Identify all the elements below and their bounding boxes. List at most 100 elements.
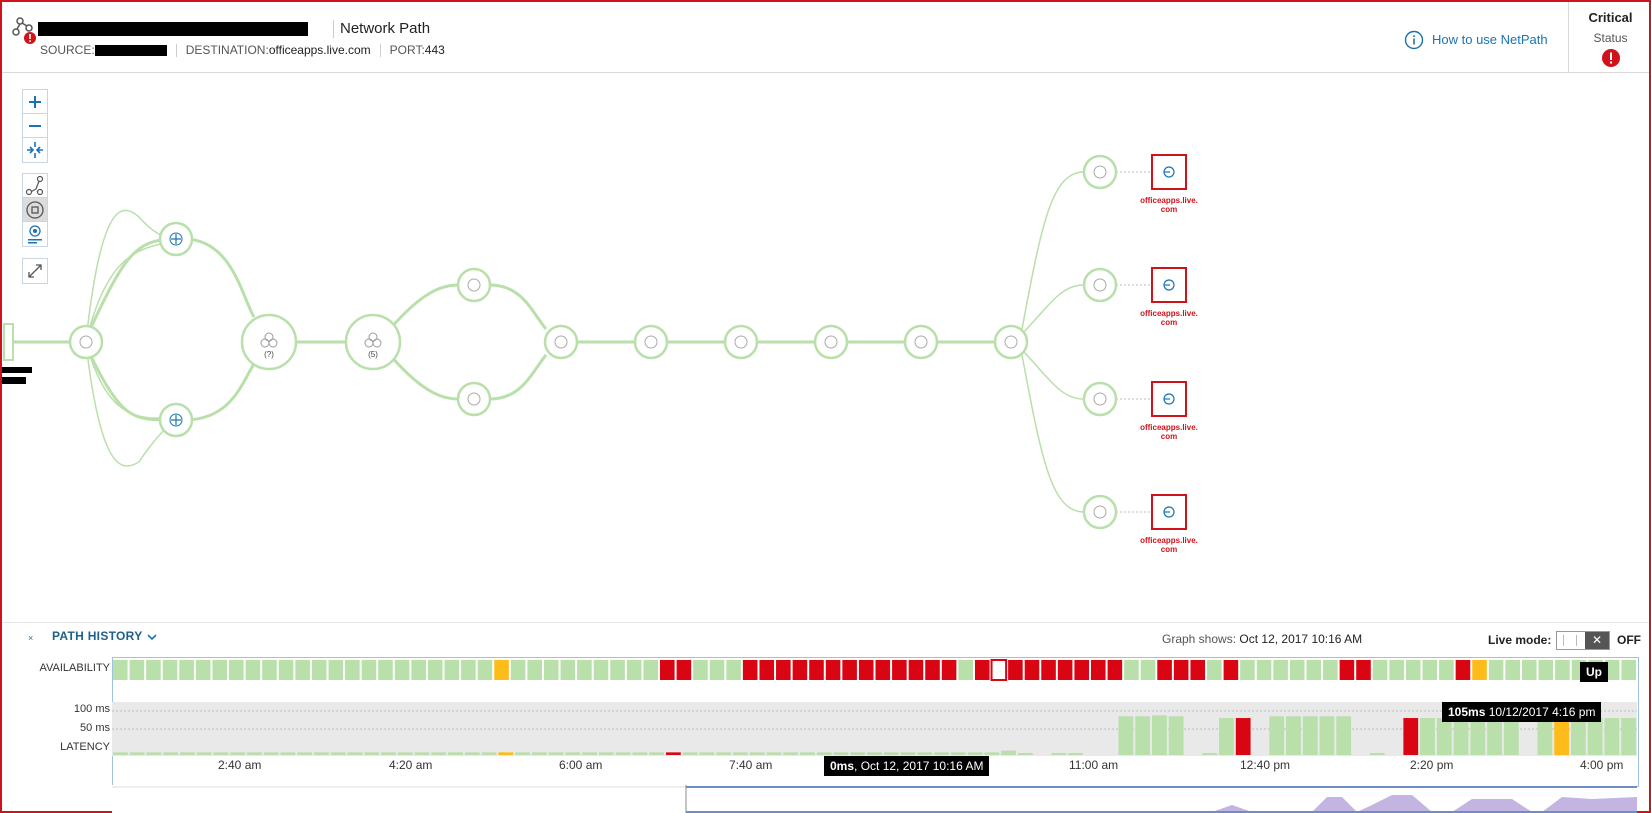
availability-cell[interactable]	[1273, 660, 1288, 680]
availability-cell[interactable]	[842, 660, 857, 680]
latency-bar[interactable]	[632, 752, 648, 755]
latency-bar[interactable]	[498, 752, 514, 755]
availability-cell[interactable]	[1621, 660, 1636, 680]
availability-cell[interactable]	[660, 660, 675, 680]
availability-cell[interactable]	[394, 660, 410, 680]
availability-cell[interactable]	[676, 660, 692, 680]
latency-bar[interactable]	[113, 752, 128, 755]
latency-bar[interactable]	[900, 752, 916, 755]
availability-cell[interactable]	[875, 660, 891, 680]
availability-cell[interactable]	[543, 660, 559, 680]
latency-bar[interactable]	[314, 752, 329, 755]
latency-bar[interactable]	[1503, 718, 1519, 755]
availability-cell[interactable]	[345, 660, 360, 680]
availability-cell[interactable]	[461, 660, 476, 680]
latency-bar[interactable]	[515, 752, 530, 755]
latency-bar[interactable]	[347, 752, 363, 755]
hop-node[interactable]	[1082, 381, 1118, 417]
availability-cell[interactable]	[1107, 660, 1123, 680]
availability-cell[interactable]	[278, 660, 294, 680]
latency-bar[interactable]	[464, 752, 480, 755]
chevron-down-icon[interactable]	[146, 632, 158, 642]
latency-bar[interactable]	[1168, 716, 1184, 755]
overview-navigator[interactable]	[112, 785, 1637, 813]
availability-cell[interactable]	[245, 660, 261, 680]
latency-bar[interactable]	[1369, 753, 1385, 755]
availability-cell[interactable]	[229, 660, 244, 680]
latency-bar[interactable]	[1135, 716, 1151, 755]
availability-cell[interactable]	[1389, 660, 1404, 680]
availability-cell[interactable]	[825, 660, 841, 680]
latency-bar[interactable]	[213, 752, 229, 755]
latency-bar[interactable]	[381, 752, 396, 755]
hop-node[interactable]	[993, 324, 1029, 360]
latency-bar[interactable]	[1336, 716, 1352, 755]
latency-bar[interactable]	[598, 752, 614, 755]
destination-node[interactable]: officeapps.live. com	[1140, 154, 1198, 214]
hop-node[interactable]	[1082, 267, 1118, 303]
latency-bar[interactable]	[850, 752, 866, 755]
latency-bar[interactable]	[716, 752, 732, 755]
latency-bar[interactable]	[397, 752, 413, 755]
latency-bar[interactable]	[867, 752, 882, 755]
availability-cell[interactable]	[643, 660, 659, 680]
availability-cell[interactable]	[477, 660, 493, 680]
latency-bar[interactable]	[1470, 718, 1486, 755]
availability-cell[interactable]	[1289, 660, 1305, 680]
latency-bar[interactable]	[146, 752, 162, 755]
availability-cell[interactable]	[179, 660, 194, 680]
latency-bar[interactable]	[984, 752, 1000, 755]
availability-cell[interactable]	[129, 660, 145, 680]
availability-cell[interactable]	[610, 660, 625, 680]
latency-bar[interactable]	[1420, 718, 1435, 755]
availability-cell[interactable]	[1323, 660, 1338, 680]
latency-bar[interactable]	[230, 752, 246, 755]
latency-bar[interactable]	[766, 752, 782, 755]
availability-cell[interactable]	[577, 660, 592, 680]
latency-bar[interactable]	[967, 752, 983, 755]
hop-node[interactable]	[1082, 154, 1118, 190]
availability-cell[interactable]	[1190, 660, 1206, 680]
latency-bar[interactable]	[180, 752, 195, 755]
latency-bar[interactable]	[364, 752, 380, 755]
availability-cell[interactable]	[295, 660, 310, 680]
availability-cell[interactable]	[1024, 660, 1040, 680]
hop-node[interactable]	[68, 324, 104, 360]
latency-bar[interactable]	[1269, 716, 1285, 755]
availability-cell[interactable]	[941, 660, 957, 680]
info-icon[interactable]	[1404, 30, 1424, 50]
availability-cell[interactable]	[1405, 660, 1421, 680]
latency-bar[interactable]	[1302, 716, 1318, 755]
latency-bar[interactable]	[950, 752, 966, 755]
availability-cell[interactable]	[1356, 660, 1371, 680]
latency-bar[interactable]	[1436, 718, 1452, 755]
availability-cell[interactable]	[311, 660, 327, 680]
latency-bar[interactable]	[1554, 718, 1569, 755]
availability-cell[interactable]	[1090, 660, 1106, 680]
availability-cell[interactable]	[1207, 660, 1222, 680]
latency-bar[interactable]	[1235, 718, 1251, 755]
hop-node[interactable]	[723, 324, 759, 360]
availability-cell[interactable]	[1439, 660, 1454, 680]
latency-bar[interactable]	[666, 752, 681, 755]
availability-cell[interactable]	[444, 660, 460, 680]
latency-bar[interactable]	[548, 752, 564, 755]
availability-cell[interactable]	[411, 660, 426, 680]
hop-node[interactable]	[1082, 494, 1118, 530]
latency-bar[interactable]	[682, 752, 698, 755]
availability-cell[interactable]	[1505, 660, 1520, 680]
availability-cell[interactable]	[113, 660, 128, 680]
hop-node[interactable]	[456, 381, 492, 417]
availability-cell[interactable]	[759, 660, 775, 680]
latency-bar[interactable]	[414, 752, 430, 755]
availability-cell[interactable]	[809, 660, 824, 680]
availability-cell[interactable]	[328, 660, 344, 680]
availability-cell[interactable]	[1306, 660, 1322, 680]
latency-bar[interactable]	[330, 752, 346, 755]
latency-bar[interactable]	[833, 752, 849, 755]
live-mode-toggle[interactable]: ✕	[1556, 631, 1610, 650]
latency-bar[interactable]	[448, 752, 463, 755]
availability-cell[interactable]	[974, 660, 990, 680]
latency-bar[interactable]	[1051, 753, 1067, 755]
availability-cell[interactable]	[1538, 660, 1554, 680]
